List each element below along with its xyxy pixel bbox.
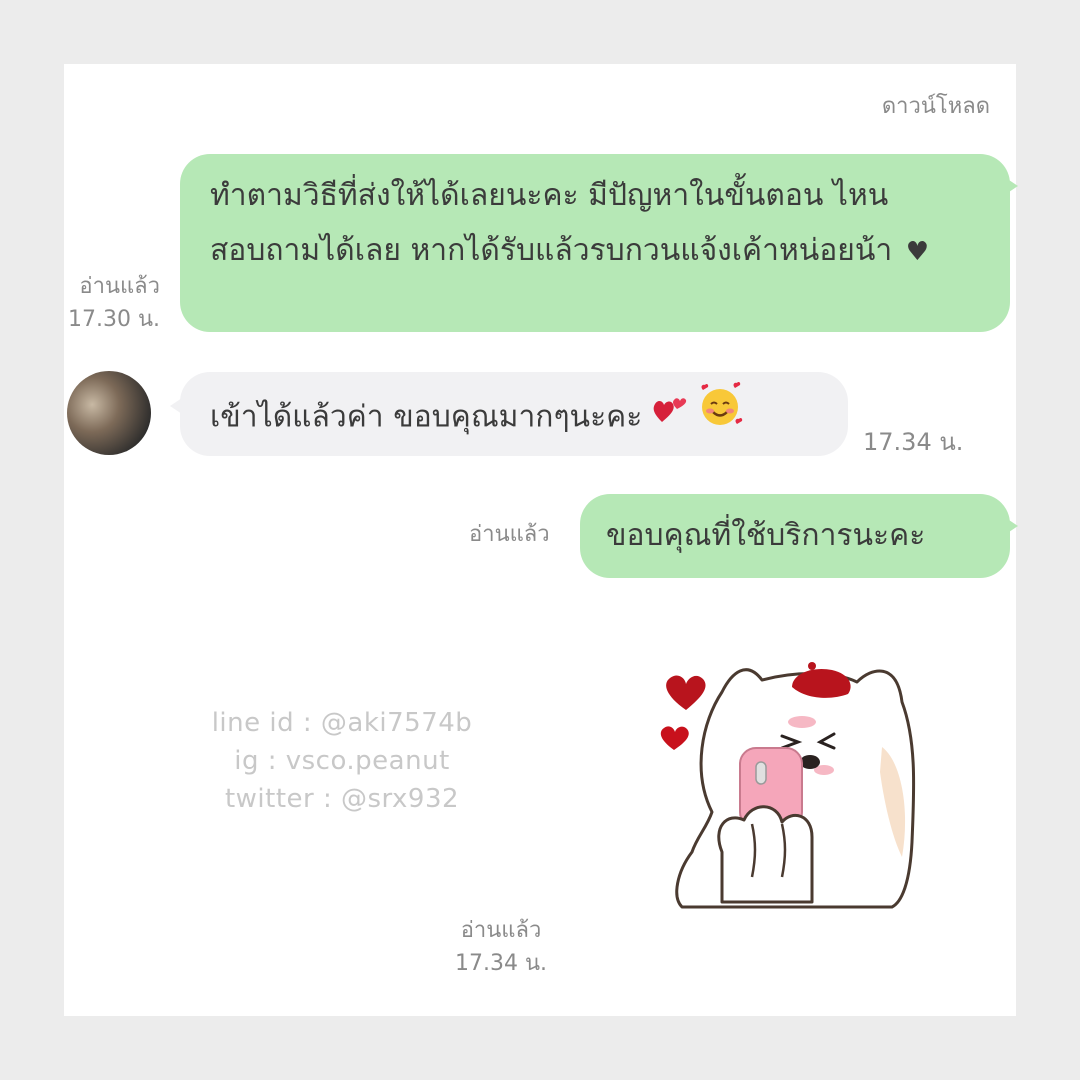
chat-card: ดาวน์โหลด อ่านแล้ว 17.30 น. ทำตามวิธีที่…	[64, 64, 1018, 1016]
heart-icon	[660, 726, 689, 750]
message-time: 17.34 น.	[454, 951, 547, 976]
read-receipt: อ่านแล้ว	[469, 522, 550, 547]
message-time: 17.34 น.	[863, 428, 964, 456]
cat-sticker[interactable]	[652, 652, 932, 922]
message-text: ทำตามวิธีที่ส่งให้ได้เลยนะคะ มีปัญหาในขั…	[210, 178, 893, 268]
two-hearts-icon	[652, 387, 688, 442]
message-meta: อ่านแล้ว 17.30 น.	[64, 270, 160, 336]
message-meta: อ่านแล้ว 17.34 น.	[449, 914, 553, 980]
message-time: 17.30 น.	[67, 307, 160, 332]
read-receipt: อ่านแล้ว	[460, 918, 542, 943]
smiling-face-with-hearts-icon	[697, 381, 743, 446]
heart-icon	[666, 675, 706, 710]
download-link[interactable]: ดาวน์โหลด	[882, 88, 990, 123]
message-text: ขอบคุณที่ใช้บริการนะคะ	[606, 518, 926, 553]
watermark-twitter: twitter : @srx932	[224, 784, 460, 814]
watermark-line-id: line id : @aki7574b	[211, 708, 473, 738]
heart-icon: ♥	[905, 237, 930, 267]
read-receipt: อ่านแล้ว	[79, 274, 160, 299]
incoming-message-bubble[interactable]: เข้าได้แล้วค่า ขอบคุณมากๆนะคะ	[170, 372, 848, 456]
outgoing-message-bubble[interactable]: ขอบคุณที่ใช้บริการนะคะ	[580, 494, 1018, 578]
watermark-ig: ig : vsco.peanut	[234, 746, 450, 776]
avatar[interactable]	[67, 371, 151, 455]
message-text: เข้าได้แล้วค่า ขอบคุณมากๆนะคะ	[210, 399, 643, 435]
outgoing-message-bubble[interactable]: ทำตามวิธีที่ส่งให้ได้เลยนะคะ มีปัญหาในขั…	[180, 154, 1018, 332]
watermark: line id : @aki7574b ig : vsco.peanut twi…	[192, 704, 492, 818]
